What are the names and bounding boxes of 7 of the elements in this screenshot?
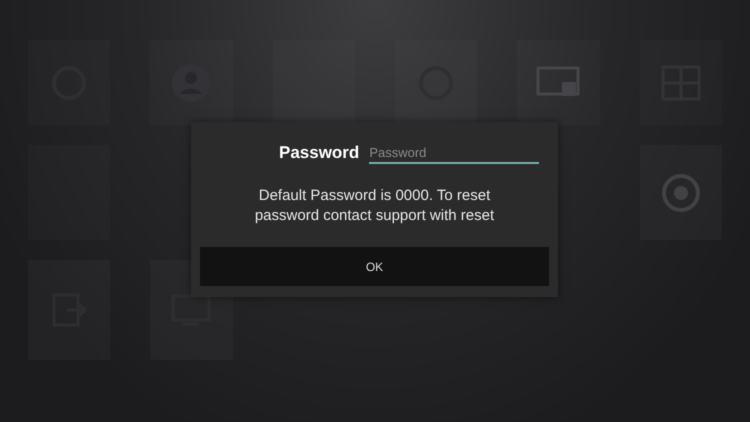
- password-field[interactable]: Password: [369, 142, 540, 164]
- ok-button[interactable]: OK: [200, 247, 549, 286]
- record-icon: [660, 172, 701, 212]
- field-label: Password: [279, 142, 360, 164]
- app-tile[interactable]: [517, 40, 600, 125]
- message-text: Default Password is 0000. To reset password contact support with reset: [254, 186, 496, 226]
- app-tile[interactable]: [640, 145, 722, 240]
